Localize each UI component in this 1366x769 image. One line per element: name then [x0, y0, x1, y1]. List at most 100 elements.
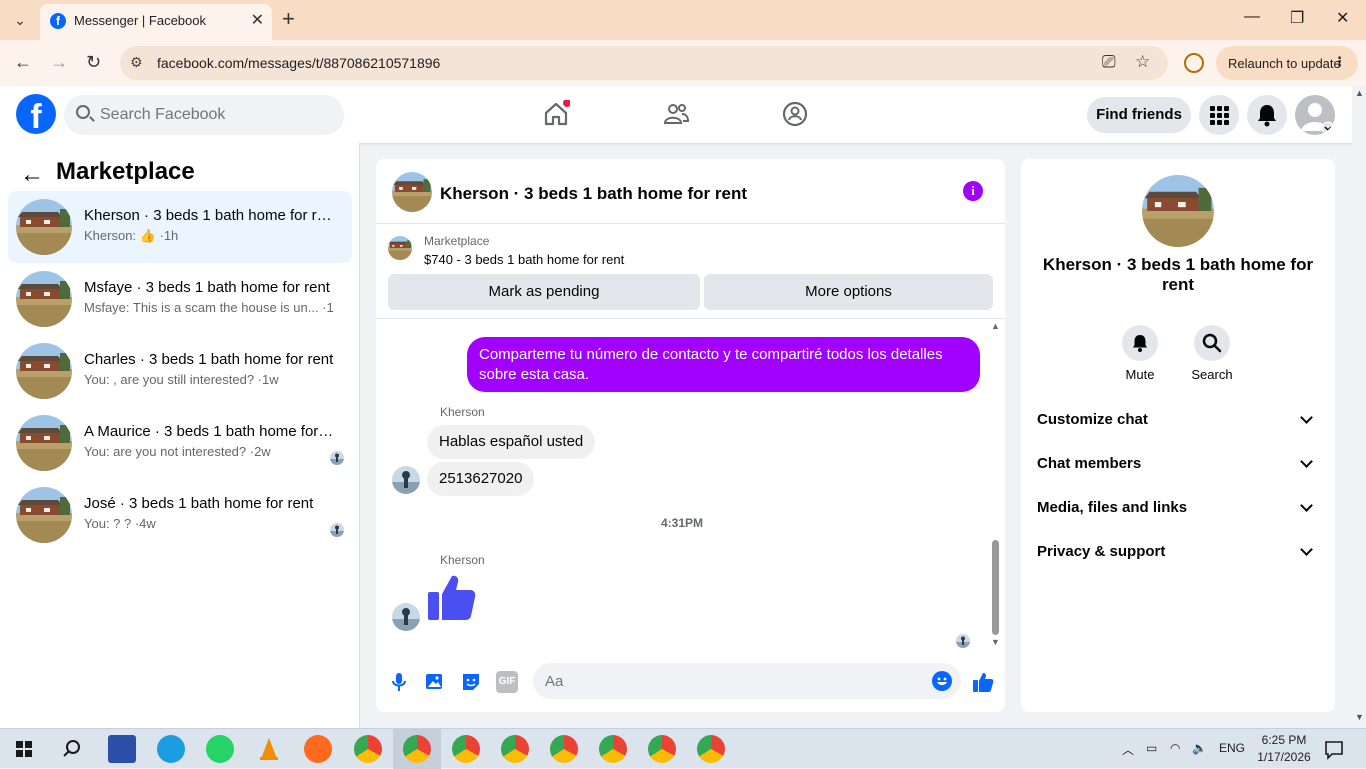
page-scroll-up-arrow-icon[interactable]: ▲ — [1355, 88, 1364, 98]
bookmark-star-icon[interactable]: ☆ — [1135, 52, 1150, 72]
site-settings-icon[interactable]: ⚙ — [130, 54, 143, 71]
edge-browser-icon[interactable] — [157, 735, 185, 763]
minimize-icon[interactable]: — — [1244, 8, 1260, 26]
firefox-icon[interactable] — [304, 735, 332, 763]
more-menu-icon[interactable]: ⋮ — [1333, 54, 1346, 70]
chrome-icon[interactable] — [354, 735, 382, 763]
back-arrow-icon[interactable]: ← — [20, 161, 44, 189]
facebook-logo-icon[interactable]: f — [16, 94, 56, 134]
menu-button[interactable] — [1199, 95, 1239, 135]
send-like-icon[interactable] — [972, 671, 994, 693]
scroll-up-arrow-icon[interactable]: ▲ — [991, 321, 1000, 331]
message-input[interactable] — [545, 663, 915, 699]
thread-scrollbar[interactable]: ▲ ▼ — [990, 319, 1002, 652]
show-hidden-icons-chevron-icon[interactable]: ︿ — [1122, 741, 1134, 758]
account-avatar[interactable] — [1295, 95, 1335, 135]
chrome-icon[interactable] — [550, 735, 578, 763]
search-input[interactable] — [100, 95, 330, 135]
friends-icon[interactable] — [662, 100, 690, 128]
chat-title[interactable]: Kherson · 3 beds 1 bath home for rent — [440, 184, 747, 204]
message-thread[interactable]: Comparteme tu número de contacto y te co… — [376, 318, 1005, 651]
conversation-item[interactable]: A Maurice · 3 beds 1 bath home for rent … — [8, 407, 352, 479]
photo-attach-icon[interactable] — [424, 671, 446, 693]
conversation-name: A Maurice · 3 beds 1 bath home for rent — [84, 423, 334, 440]
chrome-icon[interactable] — [501, 735, 529, 763]
customize-chat-row[interactable]: Customize chat — [1037, 399, 1319, 443]
kherson-avatar[interactable] — [392, 603, 420, 631]
back-arrow-icon[interactable]: ← — [14, 52, 32, 73]
groups-icon[interactable] — [781, 100, 809, 128]
language-indicator[interactable]: ENG — [1219, 741, 1245, 755]
mark-as-pending-button[interactable]: Mark as pending — [388, 274, 700, 310]
close-tab-icon[interactable]: ✕ — [251, 10, 264, 30]
browser-tab[interactable]: f Messenger | Facebook ✕ — [40, 4, 272, 40]
vlc-icon[interactable] — [255, 735, 283, 763]
sticker-icon[interactable] — [460, 671, 482, 693]
marketplace-sidebar: ← Marketplace Kherson · 3 beds 1 bath ho… — [0, 143, 360, 728]
message-input-box[interactable] — [533, 663, 961, 699]
listing-large-thumbnail[interactable] — [1142, 175, 1214, 247]
page-scrollbar[interactable]: ▲ ▼ — [1352, 86, 1366, 728]
relaunch-button[interactable]: Relaunch to update ⋮ — [1216, 46, 1358, 80]
conversation-item[interactable]: Kherson · 3 beds 1 bath home for rent Kh… — [8, 191, 352, 263]
media-files-links-row[interactable]: Media, files and links — [1037, 487, 1319, 531]
restore-icon[interactable]: ❐ — [1290, 8, 1304, 28]
facebook-header: f Find friends — [0, 86, 1366, 143]
conversation-item[interactable]: José · 3 beds 1 bath home for rent You: … — [8, 479, 352, 551]
tab-search-chevron-icon[interactable]: ⌄ — [8, 8, 32, 32]
taskbar-clock[interactable]: 6:25 PM 1/17/2026 — [1254, 732, 1314, 766]
microphone-icon[interactable] — [388, 671, 410, 693]
chrome-icon[interactable] — [697, 735, 725, 763]
page-scroll-down-arrow-icon[interactable]: ▼ — [1355, 712, 1364, 722]
notification-center-icon[interactable] — [1320, 735, 1348, 763]
battery-icon[interactable]: ▭ — [1146, 741, 1157, 755]
window-close-icon[interactable]: ✕ — [1336, 8, 1349, 28]
emoji-icon[interactable] — [932, 671, 952, 691]
profile-icon[interactable] — [1184, 53, 1204, 73]
whatsapp-icon[interactable] — [206, 735, 234, 763]
search-icon[interactable] — [58, 735, 86, 763]
kherson-avatar[interactable] — [392, 466, 420, 494]
find-friends-button[interactable]: Find friends — [1087, 97, 1191, 133]
chat-members-row[interactable]: Chat members — [1037, 443, 1319, 487]
windows-start-icon[interactable] — [10, 735, 38, 763]
address-bar[interactable]: ⚙ facebook.com/messages/t/88708621057189… — [120, 46, 1168, 80]
row-label: Privacy & support — [1037, 543, 1166, 560]
forward-arrow-icon[interactable]: → — [50, 52, 68, 73]
save-app-icon[interactable] — [108, 735, 136, 763]
chrome-icon[interactable] — [403, 735, 431, 763]
scrollbar-thumb[interactable] — [992, 540, 999, 635]
conversation-preview: You: are you not interested? ·2w — [84, 444, 271, 459]
seen-avatar-icon — [330, 523, 344, 537]
conversation-preview: Kherson: 👍 ·1h — [84, 228, 334, 244]
chrome-icon[interactable] — [648, 735, 676, 763]
wifi-icon[interactable]: ◠ — [1170, 741, 1180, 755]
conversation-item[interactable]: Charles · 3 beds 1 bath home for rent Yo… — [8, 335, 352, 407]
mute-button[interactable]: Mute — [1110, 325, 1170, 382]
notifications-button[interactable] — [1247, 95, 1287, 135]
install-app-icon[interactable]: ⎚ — [1102, 52, 1116, 72]
read-receipt-avatar-icon — [956, 634, 970, 648]
preview-time: ·1h — [159, 228, 179, 243]
chevron-down-icon — [1300, 411, 1313, 424]
more-options-button[interactable]: More options — [704, 274, 993, 310]
search-box[interactable] — [64, 95, 344, 135]
chat-info-panel: Kherson · 3 beds 1 bath home for rent Mu… — [1021, 159, 1335, 712]
privacy-support-row[interactable]: Privacy & support — [1037, 531, 1319, 575]
scroll-down-arrow-icon[interactable]: ▼ — [991, 637, 1000, 647]
search-conversation-button[interactable]: Search — [1182, 325, 1242, 382]
gif-icon[interactable]: GIF — [496, 671, 518, 693]
volume-icon[interactable]: 🔈 — [1192, 741, 1207, 755]
listing-thumbnail — [16, 343, 72, 399]
chat-listing-thumbnail[interactable] — [392, 172, 432, 212]
listing-price-title[interactable]: $740 - 3 beds 1 bath home for rent — [424, 252, 624, 267]
reload-icon[interactable]: ↻ — [86, 52, 101, 73]
chrome-icon[interactable] — [452, 735, 480, 763]
url-text[interactable]: facebook.com/messages/t/887086210571896 — [157, 55, 440, 71]
info-icon[interactable]: i — [963, 181, 983, 201]
new-tab-icon[interactable]: + — [282, 6, 295, 32]
home-icon[interactable] — [542, 100, 570, 128]
chrome-icon[interactable] — [599, 735, 627, 763]
conversation-item[interactable]: Msfaye · 3 beds 1 bath home for rent Msf… — [8, 263, 352, 335]
clock-date: 1/17/2026 — [1257, 750, 1311, 764]
